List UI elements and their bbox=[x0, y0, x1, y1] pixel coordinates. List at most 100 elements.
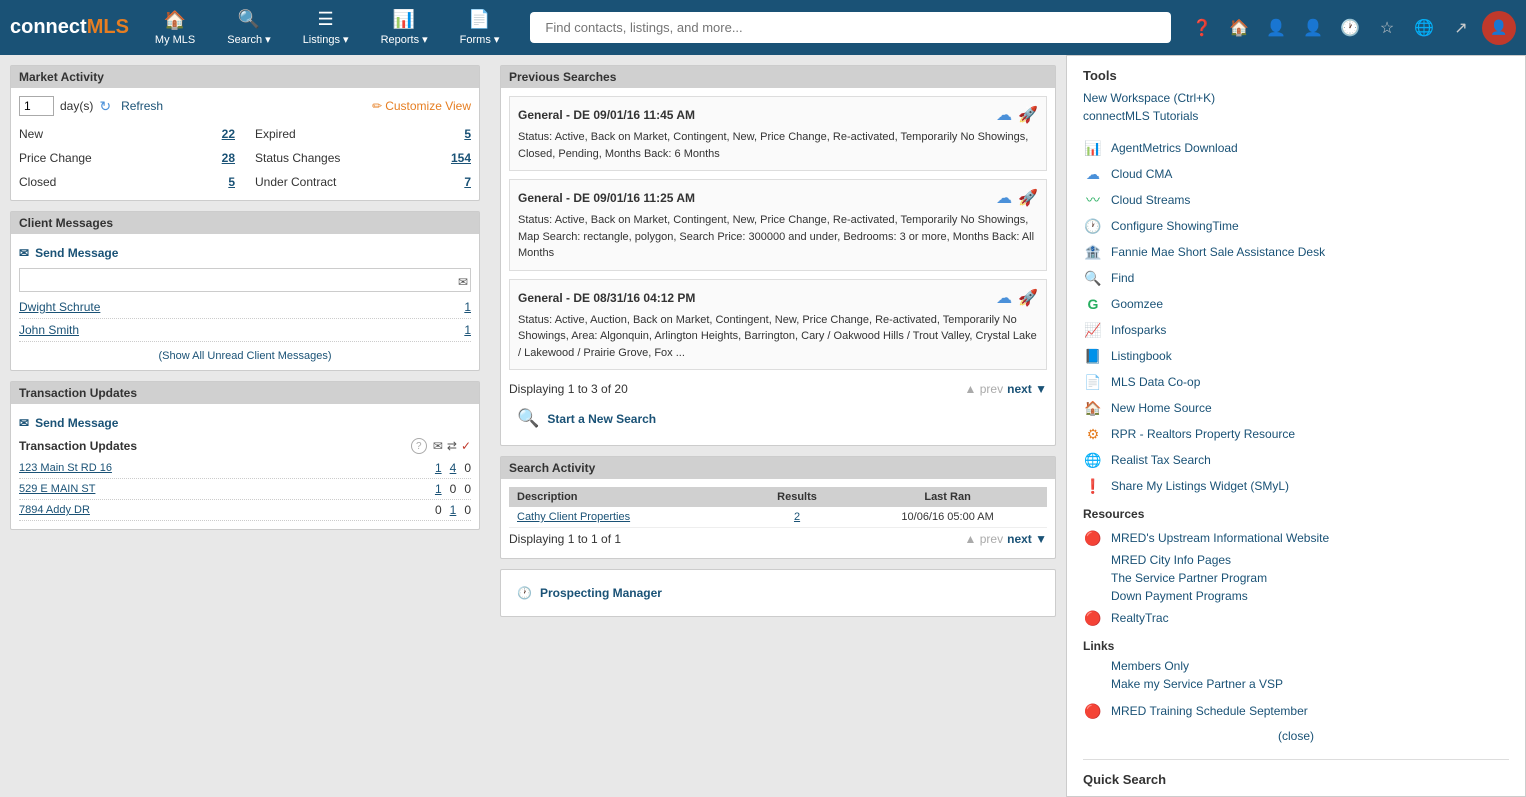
stat-price-change-value[interactable]: 28 bbox=[222, 151, 235, 165]
global-search-input[interactable] bbox=[530, 12, 1171, 43]
refresh-icon[interactable]: ↻ bbox=[99, 98, 111, 115]
mred-training-link[interactable]: 🔴 MRED Training Schedule September bbox=[1083, 701, 1509, 721]
trans-counts-2: 1 0 0 bbox=[435, 482, 471, 496]
envelope-icon2: ✉ bbox=[19, 416, 29, 430]
info-icon[interactable]: ? bbox=[411, 438, 427, 454]
stat-expired-label: Expired bbox=[255, 127, 456, 141]
tu-sync-icon[interactable]: ⇄ bbox=[447, 439, 457, 453]
tool-realist-tax[interactable]: 🌐 Realist Tax Search bbox=[1083, 447, 1509, 473]
search-item-3-icons: ☁ 🚀 bbox=[996, 288, 1038, 308]
tool-goomzee[interactable]: G Goomzee bbox=[1083, 291, 1509, 317]
tool-fannie-mae[interactable]: 🏦 Fannie Mae Short Sale Assistance Desk bbox=[1083, 239, 1509, 265]
tool-fannie-mae-icon: 🏦 bbox=[1083, 242, 1103, 262]
tool-cloud-streams[interactable]: 〰 Cloud Streams bbox=[1083, 187, 1509, 213]
tool-mls-data[interactable]: 📄 MLS Data Co-op bbox=[1083, 369, 1509, 395]
nav-reports[interactable]: 📊 Reports ▾ bbox=[365, 0, 444, 55]
resource-service-partner[interactable]: The Service Partner Program bbox=[1083, 569, 1509, 587]
help-icon[interactable]: ❓ bbox=[1186, 12, 1218, 44]
tutorials-link[interactable]: connectMLS Tutorials bbox=[1083, 107, 1215, 125]
send-icon[interactable]: ✉ bbox=[458, 275, 468, 289]
send-client-message-button[interactable]: ✉ Send Message bbox=[19, 242, 118, 264]
prospecting-manager-link[interactable]: 🕐 Prospecting Manager bbox=[509, 578, 1047, 608]
send-transaction-message-button[interactable]: ✉ Send Message bbox=[19, 412, 118, 434]
resource-realtytrac[interactable]: 🔴 RealtyTrac bbox=[1083, 605, 1509, 631]
cloud-icon-2[interactable]: ☁ bbox=[996, 188, 1012, 208]
tool-rpr[interactable]: ⚙ RPR - Realtors Property Resource bbox=[1083, 421, 1509, 447]
nav-right-icons: ❓ 🏠 👤 👤 🕐 ☆ 🌐 ↗ 👤 bbox=[1186, 11, 1516, 45]
nav-search[interactable]: 🔍 Search ▾ bbox=[211, 0, 286, 55]
client-count-dwight[interactable]: 1 bbox=[464, 300, 471, 314]
pagination-info: Displaying 1 to 3 of 20 bbox=[509, 382, 628, 396]
previous-searches-pagination: Displaying 1 to 3 of 20 ▲ prev next ▼ bbox=[509, 378, 1047, 400]
nav-listings[interactable]: ☰ Listings ▾ bbox=[287, 0, 365, 55]
clock-icon[interactable]: 🕐 bbox=[1334, 12, 1366, 44]
global-search[interactable] bbox=[530, 12, 1171, 43]
tu-email-icon[interactable]: ✉ bbox=[433, 439, 443, 453]
tools-close-button[interactable]: (close) bbox=[1083, 729, 1509, 743]
links-title: Links bbox=[1083, 639, 1509, 653]
tool-infosparks[interactable]: 📈 Infosparks bbox=[1083, 317, 1509, 343]
tool-agent-metrics[interactable]: 📊 AgentMetrics Download bbox=[1083, 135, 1509, 161]
resource-city-info[interactable]: MRED City Info Pages bbox=[1083, 551, 1509, 569]
globe-icon[interactable]: 🌐 bbox=[1408, 12, 1440, 44]
tool-showing-time[interactable]: 🕐 Configure ShowingTime bbox=[1083, 213, 1509, 239]
tool-find[interactable]: 🔍 Find bbox=[1083, 265, 1509, 291]
search-activity-body: Description Results Last Ran Cathy Clien… bbox=[501, 479, 1055, 558]
tool-smyl[interactable]: ❗ Share My Listings Widget (SMyL) bbox=[1083, 473, 1509, 499]
nav-my-mls[interactable]: 🏠 My MLS bbox=[139, 0, 211, 55]
nav-forms[interactable]: 📄 Forms ▾ bbox=[444, 0, 516, 55]
middle-panel: Previous Searches General - DE 09/01/16 … bbox=[490, 55, 1066, 797]
client-message-compose[interactable]: ✉ bbox=[19, 268, 471, 292]
link-vsp[interactable]: Make my Service Partner a VSP bbox=[1083, 675, 1509, 693]
trans-count-1b[interactable]: 4 bbox=[450, 461, 457, 475]
star-icon[interactable]: ☆ bbox=[1371, 12, 1403, 44]
start-new-search[interactable]: 🔍 Start a New Search bbox=[509, 400, 1047, 437]
show-all-client-messages-link[interactable]: (Show All Unread Client Messages) bbox=[19, 350, 471, 362]
day-input[interactable] bbox=[19, 96, 54, 116]
link-members-only[interactable]: Members Only bbox=[1083, 657, 1509, 675]
stat-status-changes-value[interactable]: 154 bbox=[451, 151, 471, 165]
rocket-icon-2[interactable]: 🚀 bbox=[1018, 188, 1038, 208]
resource-mred-upstream[interactable]: 🔴 MRED's Upstream Informational Website bbox=[1083, 525, 1509, 551]
rocket-icon-3[interactable]: 🚀 bbox=[1018, 288, 1038, 308]
cloud-icon-1[interactable]: ☁ bbox=[996, 105, 1012, 125]
resource-down-payment[interactable]: Down Payment Programs bbox=[1083, 587, 1509, 605]
tool-infosparks-label: Infosparks bbox=[1111, 323, 1166, 337]
stat-expired-value[interactable]: 5 bbox=[464, 127, 471, 141]
tool-cloud-streams-label: Cloud Streams bbox=[1111, 193, 1190, 207]
new-workspace-link[interactable]: New Workspace (Ctrl+K) bbox=[1083, 89, 1215, 107]
rocket-icon-1[interactable]: 🚀 bbox=[1018, 105, 1038, 125]
profile-icon[interactable]: 👤 bbox=[1297, 12, 1329, 44]
client-count-john[interactable]: 1 bbox=[464, 323, 471, 337]
contact-icon[interactable]: 👤 bbox=[1260, 12, 1292, 44]
trans-name-3[interactable]: 7894 Addy DR bbox=[19, 504, 435, 516]
sa-row-desc-1[interactable]: Cathy Client Properties bbox=[517, 511, 630, 523]
tu-check-icon[interactable]: ✓ bbox=[461, 439, 471, 453]
tool-listingbook[interactable]: 📘 Listingbook bbox=[1083, 343, 1509, 369]
refresh-button[interactable]: Refresh bbox=[121, 99, 163, 113]
cloud-icon-3[interactable]: ☁ bbox=[996, 288, 1012, 308]
trans-count-1a[interactable]: 1 bbox=[435, 461, 442, 475]
tool-cloud-cma-label: Cloud CMA bbox=[1111, 167, 1172, 181]
tool-listingbook-icon: 📘 bbox=[1083, 346, 1103, 366]
sa-row-lastran-1: 10/06/16 05:00 AM bbox=[848, 507, 1047, 528]
trans-count-3b[interactable]: 1 bbox=[450, 503, 457, 517]
tool-agent-metrics-icon: 📊 bbox=[1083, 138, 1103, 158]
customize-view-button[interactable]: ✏ Customize View bbox=[372, 99, 471, 113]
trans-name-1[interactable]: 123 Main St RD 16 bbox=[19, 462, 435, 474]
share-icon[interactable]: ↗ bbox=[1445, 12, 1477, 44]
logo[interactable]: connect MLS bbox=[10, 16, 129, 39]
next-button[interactable]: next ▼ bbox=[1007, 382, 1047, 396]
stat-under-contract-value[interactable]: 7 bbox=[464, 175, 471, 189]
home-icon[interactable]: 🏠 bbox=[1223, 12, 1255, 44]
stat-new-value[interactable]: 22 bbox=[222, 127, 235, 141]
sa-row-results-1[interactable]: 2 bbox=[794, 511, 800, 523]
stat-closed-value[interactable]: 5 bbox=[228, 175, 235, 189]
tool-cloud-cma[interactable]: ☁ Cloud CMA bbox=[1083, 161, 1509, 187]
client-name-dwight[interactable]: Dwight Schrute bbox=[19, 300, 464, 314]
trans-name-2[interactable]: 529 E MAIN ST bbox=[19, 483, 435, 495]
client-name-john[interactable]: John Smith bbox=[19, 323, 464, 337]
user-avatar[interactable]: 👤 bbox=[1482, 11, 1516, 45]
trans-count-2a[interactable]: 1 bbox=[435, 482, 442, 496]
tool-new-home-source[interactable]: 🏠 New Home Source bbox=[1083, 395, 1509, 421]
